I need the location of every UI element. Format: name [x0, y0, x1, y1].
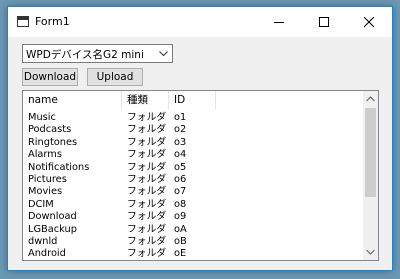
vertical-scrollbar[interactable] — [363, 91, 378, 260]
close-button[interactable] — [347, 7, 392, 37]
column-header-id[interactable]: ID — [169, 91, 216, 110]
list-item[interactable]: Android フォルダ oE — [23, 248, 364, 260]
list-header: name 種類 ID — [23, 91, 364, 110]
download-button[interactable]: Download — [22, 68, 78, 86]
item-id: oB — [174, 235, 187, 247]
item-id: o5 — [174, 161, 187, 173]
file-list[interactable]: name 種類 ID Music フォルダ o1 Podcasts フォルダ o2 Ring… — [22, 90, 379, 261]
column-header-type[interactable]: 種類 — [122, 91, 169, 110]
item-name: Podcasts — [28, 124, 72, 136]
title-bar[interactable]: Form1 — [8, 7, 392, 37]
item-name: Notifications — [28, 161, 90, 173]
app-icon — [17, 16, 29, 27]
item-name: Pictures — [28, 173, 67, 185]
item-type: フォルダ — [127, 235, 167, 247]
list-item[interactable]: Music フォルダ o1 — [23, 112, 364, 124]
item-name: LGBackup — [28, 223, 77, 235]
main-window: Form1 WPDデバイス名G2 mini Download Upload na… — [7, 6, 393, 271]
item-type: フォルダ — [127, 186, 167, 198]
item-id: o6 — [174, 173, 187, 185]
list-item[interactable]: dwnld フォルダ oB — [23, 236, 364, 248]
device-combobox[interactable]: WPDデバイス名G2 mini — [22, 44, 173, 63]
device-combobox-value: WPDデバイス名G2 mini — [26, 49, 144, 61]
item-type: フォルダ — [127, 149, 167, 161]
list-item[interactable]: Alarms フォルダ o4 — [23, 149, 364, 161]
scroll-up-icon[interactable] — [366, 96, 375, 102]
upload-button[interactable]: Upload — [87, 68, 143, 86]
minimize-icon — [274, 22, 284, 23]
column-header-name[interactable]: name — [23, 91, 122, 110]
item-name: Movies — [28, 186, 63, 198]
list-item[interactable]: Podcasts フォルダ o2 — [23, 124, 364, 136]
item-type: フォルダ — [127, 161, 167, 173]
item-type: フォルダ — [127, 223, 167, 235]
item-type: フォルダ — [127, 112, 167, 123]
item-type: フォルダ — [127, 198, 167, 210]
item-type: フォルダ — [127, 211, 167, 223]
list-item[interactable]: Ringtones フォルダ o3 — [23, 137, 364, 149]
item-id: oE — [174, 248, 187, 260]
item-id: oA — [174, 223, 187, 235]
list-item[interactable]: Movies フォルダ o7 — [23, 186, 364, 198]
item-name: DCIM — [28, 198, 54, 210]
item-type: フォルダ — [127, 136, 167, 148]
list-item[interactable]: Download フォルダ o9 — [23, 211, 364, 223]
item-id: o9 — [174, 211, 187, 223]
list-item[interactable]: Notifications フォルダ o5 — [23, 162, 364, 174]
window-title: Form1 — [35, 15, 70, 28]
list-body: Music フォルダ o1 Podcasts フォルダ o2 Ringtones フォルダ o3… — [23, 112, 364, 260]
item-type: フォルダ — [127, 124, 167, 136]
item-id: o2 — [174, 124, 187, 136]
item-name: Ringtones — [28, 136, 78, 148]
item-id: o8 — [174, 198, 187, 210]
item-name: dwnld — [28, 235, 58, 247]
scroll-down-icon[interactable] — [366, 249, 375, 255]
item-type: フォルダ — [127, 173, 167, 185]
list-item[interactable]: DCIM フォルダ o8 — [23, 199, 364, 211]
item-id: o1 — [174, 112, 187, 123]
maximize-button[interactable] — [302, 7, 347, 37]
item-id: o7 — [174, 186, 187, 198]
item-name: Alarms — [28, 149, 62, 161]
scrollbar-thumb[interactable] — [365, 108, 376, 197]
item-type: フォルダ — [127, 248, 167, 260]
list-item[interactable]: LGBackup フォルダ oA — [23, 224, 364, 236]
list-item[interactable]: Pictures フォルダ o6 — [23, 174, 364, 186]
item-id: o4 — [174, 149, 187, 161]
item-name: Download — [28, 211, 77, 223]
close-icon — [364, 17, 375, 28]
item-id: o3 — [174, 136, 187, 148]
chevron-down-icon — [159, 51, 168, 57]
item-name: Android — [28, 248, 66, 260]
item-name: Music — [28, 112, 56, 123]
maximize-icon — [319, 17, 329, 27]
minimize-button[interactable] — [257, 7, 302, 37]
